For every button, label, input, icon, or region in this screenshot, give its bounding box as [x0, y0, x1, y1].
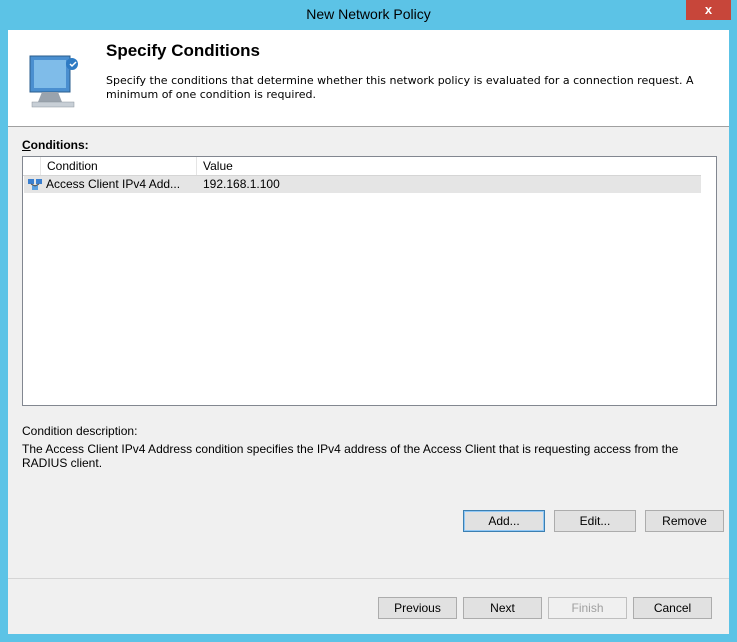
previous-button[interactable]: Previous — [378, 597, 457, 619]
add-button[interactable]: Add... — [463, 510, 545, 532]
dialog-window: New Network Policy x Specify Conditions … — [0, 0, 737, 642]
footer-divider — [8, 578, 729, 579]
close-button[interactable]: x — [686, 0, 731, 20]
icon-column-header — [23, 157, 41, 175]
condition-description-text: The Access Client IPv4 Address condition… — [22, 442, 679, 470]
remove-button[interactable]: Remove — [645, 510, 724, 532]
page-title: Specify Conditions — [106, 41, 260, 60]
conditions-label: Conditions: — [22, 138, 89, 152]
network-policy-icon — [29, 55, 78, 108]
conditions-label-accelerator: C — [22, 138, 31, 152]
network-condition-icon — [28, 179, 42, 190]
page-description: Specify the conditions that determine wh… — [106, 74, 694, 101]
table-row[interactable]: Access Client IPv4 Add... 192.168.1.100 — [24, 176, 701, 193]
cancel-button[interactable]: Cancel — [633, 597, 712, 619]
column-header-value[interactable]: Value — [197, 157, 701, 175]
next-button[interactable]: Next — [463, 597, 542, 619]
title-bar[interactable]: New Network Policy x — [0, 0, 737, 30]
list-header: Condition Value — [23, 157, 701, 176]
condition-cell: Access Client IPv4 Add... — [46, 177, 181, 191]
dialog-client-area: Specify Conditions Specify the condition… — [8, 30, 729, 634]
page-header: Specify Conditions Specify the condition… — [8, 30, 729, 127]
edit-button[interactable]: Edit... — [554, 510, 636, 532]
condition-description-label: Condition description: — [22, 424, 138, 438]
conditions-label-text: onditions: — [30, 138, 89, 152]
column-header-condition[interactable]: Condition — [41, 157, 197, 175]
window-title: New Network Policy — [306, 6, 431, 22]
finish-button: Finish — [548, 597, 627, 619]
value-cell: 192.168.1.100 — [203, 177, 280, 191]
conditions-list[interactable]: Condition Value Access Client IPv4 Add..… — [22, 156, 717, 406]
